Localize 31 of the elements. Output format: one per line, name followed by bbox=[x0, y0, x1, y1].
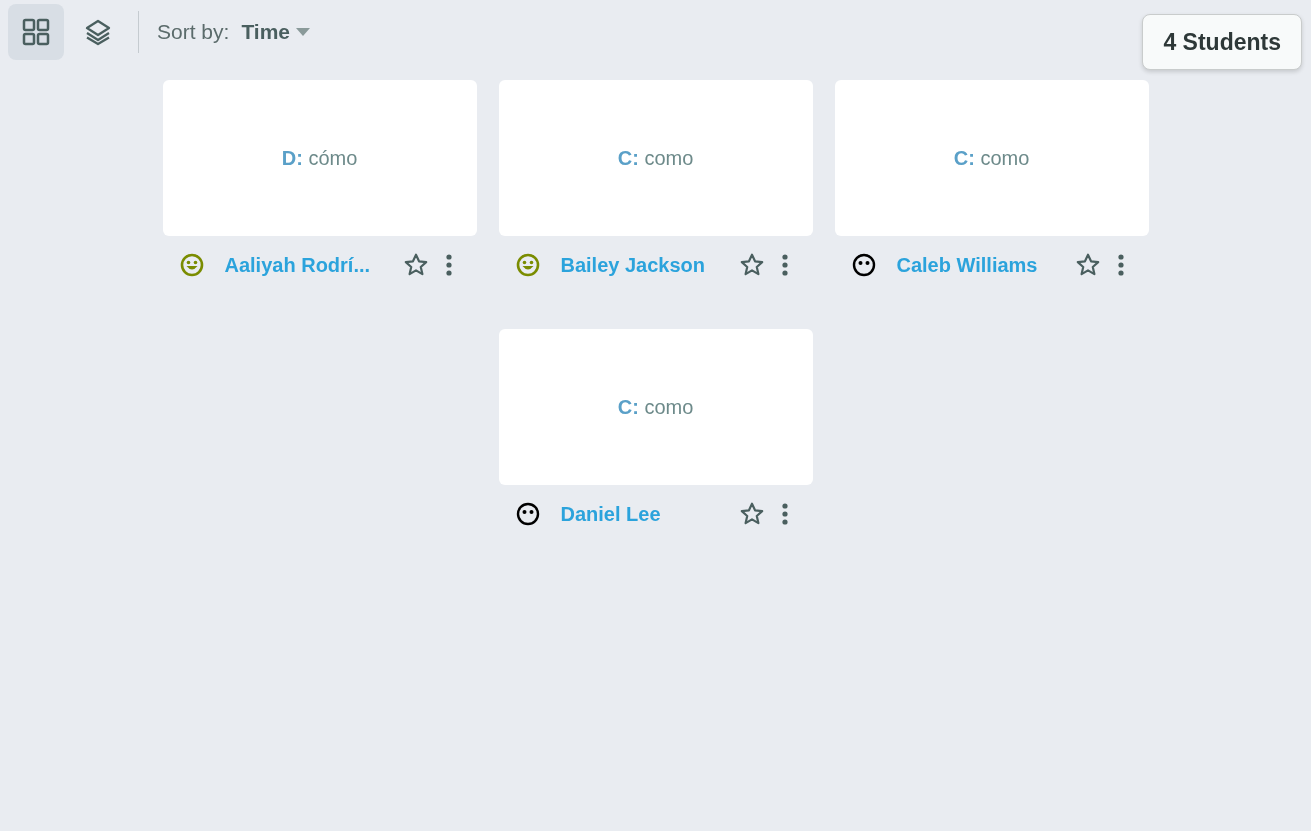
answer-text: C: como bbox=[617, 146, 694, 170]
sort-label: Sort by: bbox=[157, 20, 230, 44]
neutral-face-icon bbox=[851, 253, 876, 277]
student-name[interactable]: Aaliyah Rodrí... bbox=[224, 253, 393, 277]
answer-text: D: cómo bbox=[281, 146, 358, 170]
student-name[interactable]: Caleb Williams bbox=[896, 253, 1065, 277]
grid-view-icon bbox=[22, 18, 50, 46]
sort-dropdown[interactable]: Time bbox=[229, 20, 310, 44]
answer-text: C: como bbox=[953, 146, 1030, 170]
answer-text: C: como bbox=[617, 395, 694, 419]
view-button[interactable] bbox=[8, 4, 64, 60]
answer-card[interactable]: D: cómo bbox=[162, 80, 477, 236]
neutral-face-icon bbox=[515, 502, 540, 526]
student-count-button[interactable]: 4 Students bbox=[1142, 14, 1302, 70]
student-name[interactable]: Bailey Jackson bbox=[560, 253, 729, 277]
answer-card[interactable]: C: como bbox=[498, 80, 813, 236]
star-button[interactable] bbox=[738, 501, 765, 527]
smiley-icon bbox=[515, 253, 540, 277]
smiley-icon bbox=[179, 253, 204, 277]
more-options-button[interactable] bbox=[1116, 253, 1125, 277]
star-button[interactable] bbox=[1074, 252, 1101, 278]
layers-icon bbox=[84, 18, 112, 46]
more-options-button[interactable] bbox=[444, 253, 453, 277]
student-name[interactable]: Daniel Lee bbox=[560, 502, 729, 526]
caret-icon bbox=[296, 28, 310, 36]
more-options-button[interactable] bbox=[780, 502, 789, 526]
answer-card[interactable]: C: como bbox=[834, 80, 1149, 236]
star-button[interactable] bbox=[402, 252, 429, 278]
more-options-button[interactable] bbox=[780, 253, 789, 277]
star-button[interactable] bbox=[738, 252, 765, 278]
answer-card[interactable]: C: como bbox=[498, 329, 813, 485]
